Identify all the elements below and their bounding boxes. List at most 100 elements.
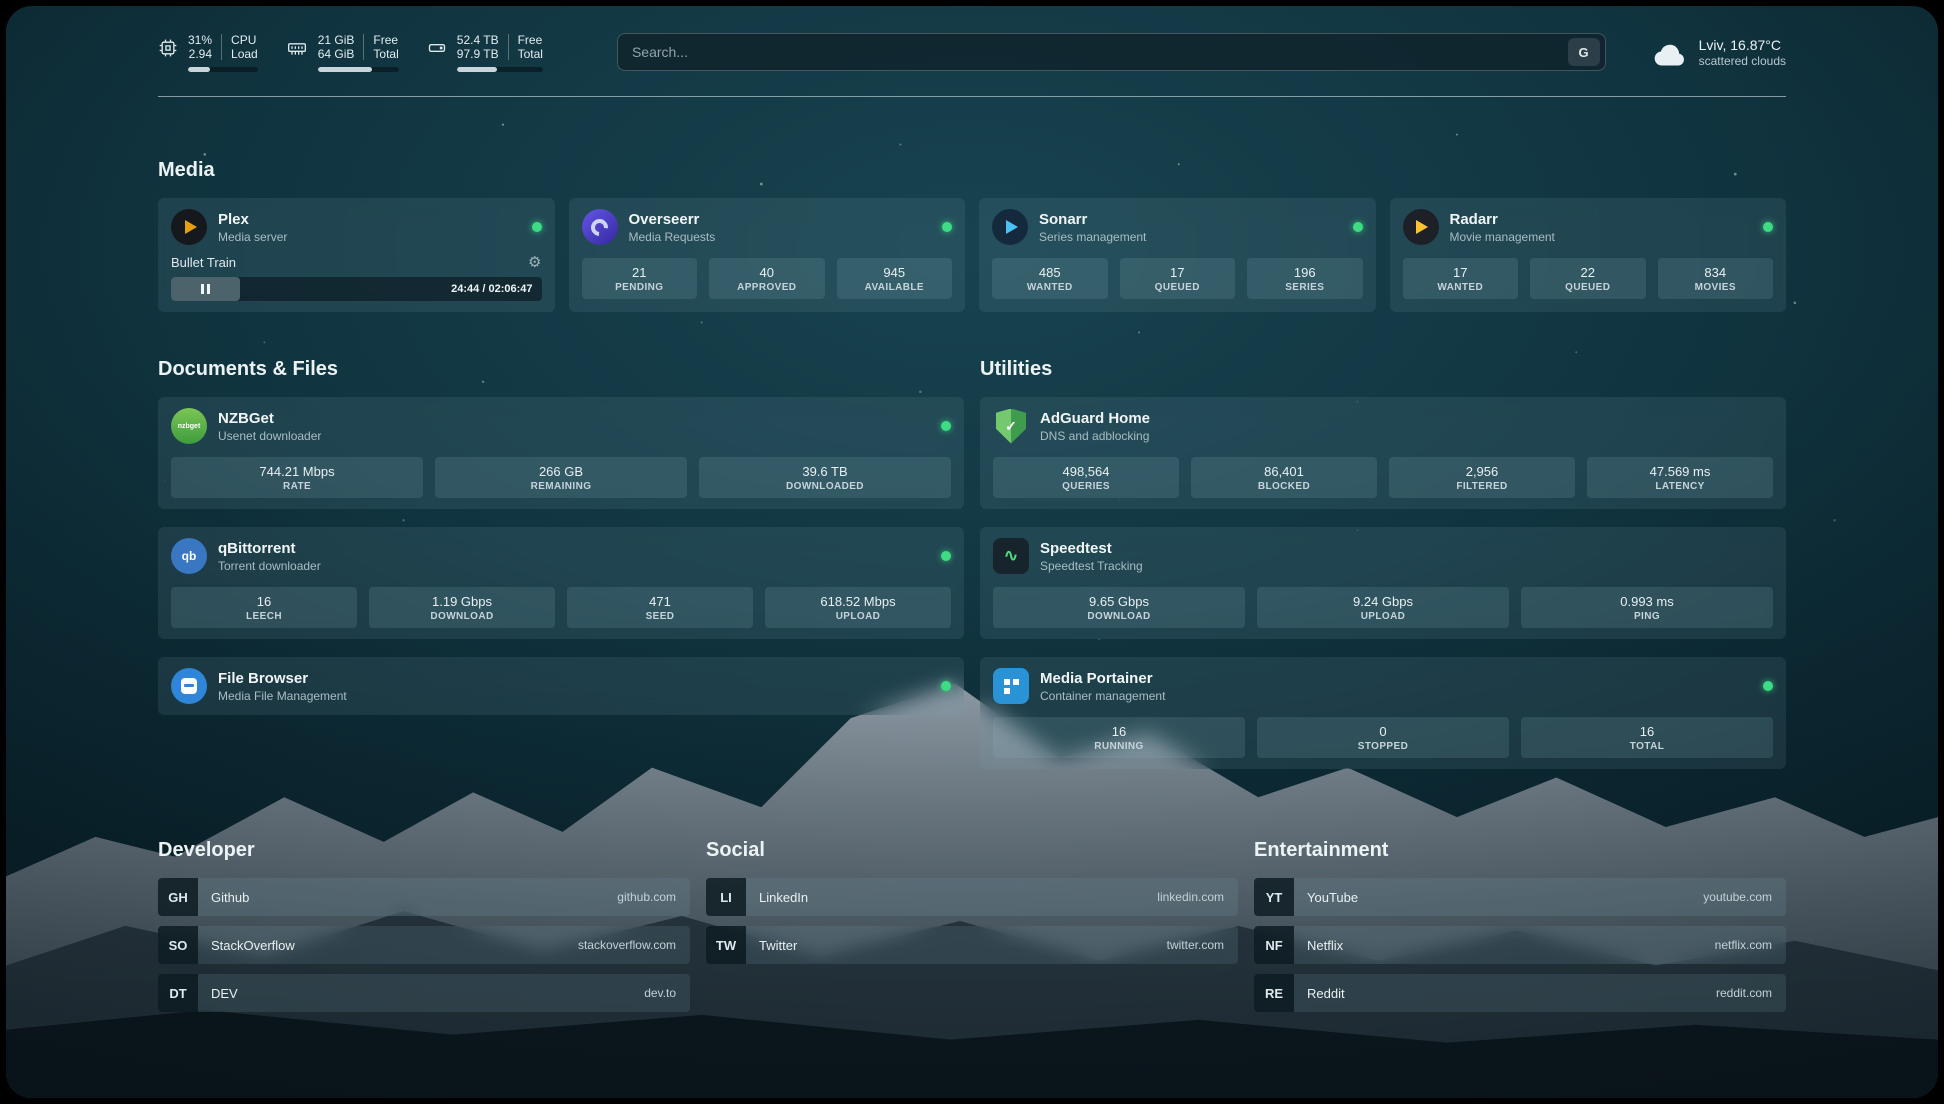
bookmark-dev[interactable]: DT DEV dev.to (158, 974, 690, 1012)
ram-usage-bar (318, 67, 399, 72)
ram-label-bottom: Total (373, 47, 398, 61)
app-card-nzbget[interactable]: nzbget NZBGet Usenet downloader 744.21 M… (158, 397, 964, 509)
bookmark-url: stackoverflow.com (578, 938, 676, 952)
bookmark-abbr: TW (706, 926, 746, 964)
disk-label-bottom: Total (518, 47, 543, 61)
app-name: File Browser (218, 670, 347, 687)
nzbget-icon: nzbget (171, 408, 207, 444)
section-title-media: Media (158, 159, 1786, 182)
divider (508, 34, 509, 60)
stat-tile: 485WANTED (992, 258, 1108, 299)
bookmark-url: reddit.com (1716, 986, 1772, 1000)
app-subtitle: Media File Management (218, 689, 347, 703)
disk-widget: 52.4 TB 97.9 TB Free Total (427, 33, 543, 72)
disk-icon (427, 38, 447, 58)
stat-tile: 86,401BLOCKED (1191, 457, 1377, 498)
bookmark-netflix[interactable]: NF Netflix netflix.com (1254, 926, 1786, 964)
disk-free: 52.4 TB (457, 33, 499, 47)
bookmark-abbr: YT (1254, 878, 1294, 916)
stat-tile: 498,564QUERIES (993, 457, 1179, 498)
bookmark-name: Twitter (759, 938, 797, 953)
status-dot (941, 681, 951, 691)
search-bar[interactable]: G (617, 33, 1606, 71)
bookmark-abbr: DT (158, 974, 198, 1012)
bookmark-url: youtube.com (1703, 890, 1772, 904)
status-dot (942, 222, 952, 232)
ram-label-top: Free (373, 33, 398, 47)
bookmark-github[interactable]: GH Github github.com (158, 878, 690, 916)
stat-tile: 834MOVIES (1658, 258, 1774, 299)
radarr-icon (1403, 209, 1439, 245)
app-card-overseerr[interactable]: Overseerr Media Requests 21PENDING 40APP… (569, 198, 966, 312)
ram-total: 64 GiB (318, 47, 355, 61)
section-title-documents: Documents & Files (158, 358, 964, 381)
app-name: qBittorrent (218, 540, 321, 557)
stat-tile: 22QUEUED (1530, 258, 1646, 299)
app-subtitle: Container management (1040, 689, 1165, 703)
bookmark-reddit[interactable]: RE Reddit reddit.com (1254, 974, 1786, 1012)
stat-tile: 618.52 MbpsUPLOAD (765, 587, 951, 628)
bookmark-stackoverflow[interactable]: SO StackOverflow stackoverflow.com (158, 926, 690, 964)
documents-column: Documents & Files nzbget NZBGet Usenet d… (158, 358, 964, 769)
status-dot (1763, 681, 1773, 691)
disk-usage-bar (457, 67, 543, 72)
app-subtitle: Series management (1039, 230, 1146, 244)
bookmark-abbr: NF (1254, 926, 1294, 964)
app-subtitle: DNS and adblocking (1040, 429, 1150, 443)
entertainment-column: Entertainment YT YouTube youtube.com NF … (1254, 839, 1786, 1022)
stat-tile: 266 GBREMAINING (435, 457, 687, 498)
app-card-filebrowser[interactable]: File Browser Media File Management (158, 657, 964, 715)
stat-tile: 9.65 GbpsDOWNLOAD (993, 587, 1245, 628)
cpu-percent: 31% (188, 33, 212, 47)
app-subtitle: Media Requests (629, 230, 716, 244)
app-name: Radarr (1450, 211, 1555, 228)
cloud-icon (1652, 42, 1688, 68)
dashboard-window: 31% 2.94 CPU Load (6, 6, 1938, 1098)
bookmark-abbr: SO (158, 926, 198, 964)
portainer-icon (993, 668, 1029, 704)
section-title-social: Social (706, 839, 1238, 862)
bookmark-youtube[interactable]: YT YouTube youtube.com (1254, 878, 1786, 916)
stat-tile: 471SEED (567, 587, 753, 628)
status-dot (532, 222, 542, 232)
speedtest-icon: ∿ (993, 538, 1029, 574)
stat-tile: 744.21 MbpsRATE (171, 457, 423, 498)
stat-tile: 17QUEUED (1120, 258, 1236, 299)
media-grid: Plex Media server Bullet Train ⚙ 24:44 /… (158, 198, 1786, 312)
app-card-radarr[interactable]: Radarr Movie management 17WANTED 22QUEUE… (1390, 198, 1787, 312)
app-card-speedtest[interactable]: ∿ Speedtest Speedtest Tracking 9.65 Gbps… (980, 527, 1786, 639)
bookmark-url: netflix.com (1715, 938, 1772, 952)
bookmark-twitter[interactable]: TW Twitter twitter.com (706, 926, 1238, 964)
search-input[interactable] (632, 44, 1568, 60)
gear-icon[interactable]: ⚙ (528, 255, 541, 270)
app-card-plex[interactable]: Plex Media server Bullet Train ⚙ 24:44 /… (158, 198, 555, 312)
bookmark-name: YouTube (1307, 890, 1358, 905)
bookmark-url: twitter.com (1167, 938, 1224, 952)
bookmark-url: github.com (617, 890, 676, 904)
ram-icon (286, 38, 308, 58)
status-dot (1763, 222, 1773, 232)
disk-label-top: Free (518, 33, 543, 47)
app-card-sonarr[interactable]: Sonarr Series management 485WANTED 17QUE… (979, 198, 1376, 312)
app-subtitle: Torrent downloader (218, 559, 321, 573)
stat-tile: 16TOTAL (1521, 717, 1773, 758)
bookmark-url: dev.to (644, 986, 676, 1000)
search-engine-button[interactable]: G (1568, 38, 1600, 66)
section-title-entertainment: Entertainment (1254, 839, 1786, 862)
stat-tile: 196SERIES (1247, 258, 1363, 299)
weather-location: Lviv, 16.87°C (1699, 37, 1786, 53)
topbar-divider (158, 96, 1786, 97)
stat-tile: 945AVAILABLE (837, 258, 953, 299)
pause-icon[interactable] (201, 284, 210, 294)
app-card-portainer[interactable]: Media Portainer Container management 16R… (980, 657, 1786, 769)
bookmark-linkedin[interactable]: LI LinkedIn linkedin.com (706, 878, 1238, 916)
weather-widget[interactable]: Lviv, 16.87°C scattered clouds (1652, 37, 1786, 68)
stat-tile: 21PENDING (582, 258, 698, 299)
filebrowser-icon (171, 668, 207, 704)
weather-condition: scattered clouds (1699, 54, 1786, 68)
bookmark-abbr: GH (158, 878, 198, 916)
stat-tile: 0.993 msPING (1521, 587, 1773, 628)
app-card-qbittorrent[interactable]: qb qBittorrent Torrent downloader 16LEEC… (158, 527, 964, 639)
playback-progress-bar[interactable]: 24:44 / 02:06:47 (171, 277, 542, 301)
app-card-adguard[interactable]: ✓ AdGuard Home DNS and adblocking 498,56… (980, 397, 1786, 509)
